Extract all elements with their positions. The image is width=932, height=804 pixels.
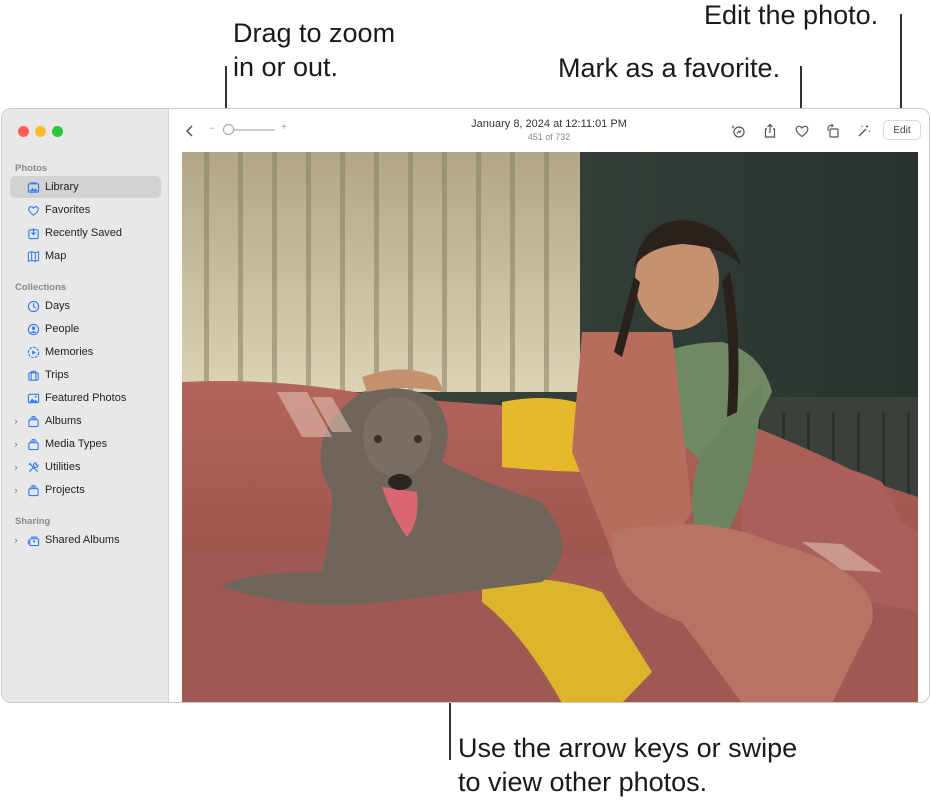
callout-edit-leader — [900, 14, 902, 122]
sidebar-item-label: People — [45, 323, 80, 335]
sidebar-item-label: Utilities — [45, 461, 81, 473]
sidebar-item-featured-photos[interactable]: Featured Photos — [10, 387, 161, 409]
rotate-icon — [827, 123, 839, 138]
sidebar-item-label: Map — [45, 250, 67, 262]
close-button[interactable] — [18, 126, 29, 137]
sidebar-item-label: Memories — [45, 346, 94, 358]
magic-wand-button[interactable] — [853, 120, 875, 142]
callout-zoom-line2: in or out. — [233, 52, 339, 82]
section-label-collections: Collections — [15, 282, 67, 293]
sidebar-item-trips[interactable]: Trips — [10, 364, 161, 386]
sidebar-item-label: Media Types — [45, 438, 108, 450]
toolbar: − + January 8, 2024 at 12:11:01 PM 451 o… — [169, 109, 929, 151]
sidebar-item-label: Albums — [45, 415, 82, 427]
photo-date-title: January 8, 2024 at 12:11:01 PM — [471, 118, 627, 130]
library-icon — [26, 180, 40, 194]
chevron-right-icon[interactable]: › — [11, 416, 21, 426]
recently-saved-icon — [26, 226, 40, 240]
rotate-button[interactable] — [822, 120, 844, 142]
clock-icon — [26, 299, 40, 313]
stack-icon — [26, 483, 40, 497]
heart-icon — [795, 125, 809, 138]
shared-albums-icon — [26, 533, 40, 547]
section-label-sharing: Sharing — [15, 516, 51, 527]
share-icon — [764, 123, 776, 138]
chevron-right-icon[interactable]: › — [11, 462, 21, 472]
section-label-photos: Photos — [15, 163, 48, 174]
zoom-slider[interactable]: − + — [209, 122, 289, 138]
sidebar-item-label: Recently Saved — [45, 227, 123, 239]
suitcase-icon — [26, 368, 40, 382]
callout-navigate: Use the arrow keys or swipe to view othe… — [458, 731, 797, 799]
memories-icon — [26, 345, 40, 359]
sidebar-item-shared-albums[interactable]: › Shared Albums — [10, 529, 161, 551]
sidebar: Photos Library Favorites Recently Saved … — [2, 109, 169, 702]
sidebar-item-label: Shared Albums — [45, 534, 120, 546]
sidebar-item-people[interactable]: People — [10, 318, 161, 340]
map-icon — [26, 249, 40, 263]
photo-icon — [26, 391, 40, 405]
zoom-button[interactable] — [52, 126, 63, 137]
sidebar-item-label: Projects — [45, 484, 85, 496]
sidebar-item-library[interactable]: Library — [10, 176, 161, 198]
callout-zoom-line1: Drag to zoom — [233, 18, 396, 48]
sidebar-item-utilities[interactable]: › Utilities — [10, 456, 161, 478]
sidebar-item-map[interactable]: Map — [10, 245, 161, 267]
zoom-plus[interactable]: + — [281, 122, 287, 133]
chevron-right-icon[interactable]: › — [11, 439, 21, 449]
edit-button[interactable]: Edit — [883, 120, 921, 140]
sidebar-item-label: Favorites — [45, 204, 91, 216]
sidebar-item-memories[interactable]: Memories — [10, 341, 161, 363]
photo-count: 451 of 732 — [527, 132, 571, 142]
heart-icon — [26, 203, 40, 217]
favorite-button[interactable] — [791, 120, 813, 142]
sidebar-item-label: Library — [45, 181, 79, 193]
stack-icon — [26, 414, 40, 428]
photo-image — [182, 152, 918, 702]
callout-edit: Edit the photo. — [704, 0, 879, 30]
sidebar-item-label: Featured Photos — [45, 392, 127, 404]
zoom-minus[interactable]: − — [209, 123, 214, 133]
share-button[interactable] — [759, 120, 781, 142]
zoom-slider-knob[interactable] — [222, 124, 234, 135]
auto-enhance-button[interactable] — [727, 120, 749, 142]
sidebar-item-projects[interactable]: › Projects — [10, 479, 161, 501]
chevron-left-icon — [185, 125, 193, 137]
sidebar-item-albums[interactable]: › Albums — [10, 410, 161, 432]
sidebar-item-days[interactable]: Days — [10, 295, 161, 317]
chevron-right-icon[interactable]: › — [11, 485, 21, 495]
callout-zoom: Drag to zoom in or out. — [233, 16, 395, 84]
tools-icon — [26, 460, 40, 474]
callout-navigate-line1: Use the arrow keys or swipe — [458, 733, 798, 763]
photos-window: Photos Library Favorites Recently Saved … — [1, 108, 930, 703]
callout-navigate-line2: to view other photos. — [458, 767, 708, 797]
chevron-right-icon[interactable]: › — [11, 535, 21, 545]
magic-wand-icon — [858, 124, 871, 137]
photo-viewer[interactable] — [182, 152, 918, 702]
info-sparkle-icon — [731, 125, 745, 138]
back-button[interactable] — [179, 120, 201, 142]
sidebar-item-label: Days — [45, 300, 71, 312]
sidebar-item-media-types[interactable]: › Media Types — [10, 433, 161, 455]
sidebar-item-recently-saved[interactable]: Recently Saved — [10, 222, 161, 244]
person-icon — [26, 322, 40, 336]
callout-favorite: Mark as a favorite. — [558, 53, 781, 83]
sidebar-item-label: Trips — [45, 369, 70, 381]
minimize-button[interactable] — [35, 126, 46, 137]
sidebar-item-favorites[interactable]: Favorites — [10, 199, 161, 221]
stack-icon — [26, 437, 40, 451]
